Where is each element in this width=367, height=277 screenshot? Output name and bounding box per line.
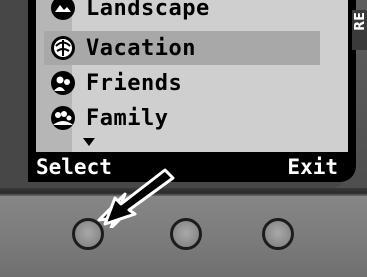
right-soft-button[interactable] xyxy=(262,218,294,250)
vacation-icon xyxy=(50,35,76,61)
scroll-down-arrow-icon xyxy=(83,138,95,146)
menu-item-family[interactable]: Family xyxy=(44,101,320,135)
menu-item-vacation[interactable]: Vacation xyxy=(44,31,320,65)
pointer-arrow-icon xyxy=(97,168,175,228)
softkey-bar: Select Exit xyxy=(28,152,346,182)
family-icon xyxy=(50,105,76,131)
menu-item-friends[interactable]: Friends xyxy=(44,66,320,100)
side-label: RE xyxy=(352,10,367,50)
friends-icon xyxy=(50,70,76,96)
menu-item-label: Landscape xyxy=(86,0,210,21)
landscape-icon xyxy=(50,0,76,21)
menu-item-label: Family xyxy=(86,105,169,131)
menu-item-label: Vacation xyxy=(86,35,196,61)
exit-softkey[interactable]: Exit xyxy=(279,155,346,179)
menu-item-landscape[interactable]: Landscape xyxy=(44,0,320,25)
side-label-text: RE xyxy=(353,12,367,31)
menu-item-label: Friends xyxy=(86,70,183,96)
